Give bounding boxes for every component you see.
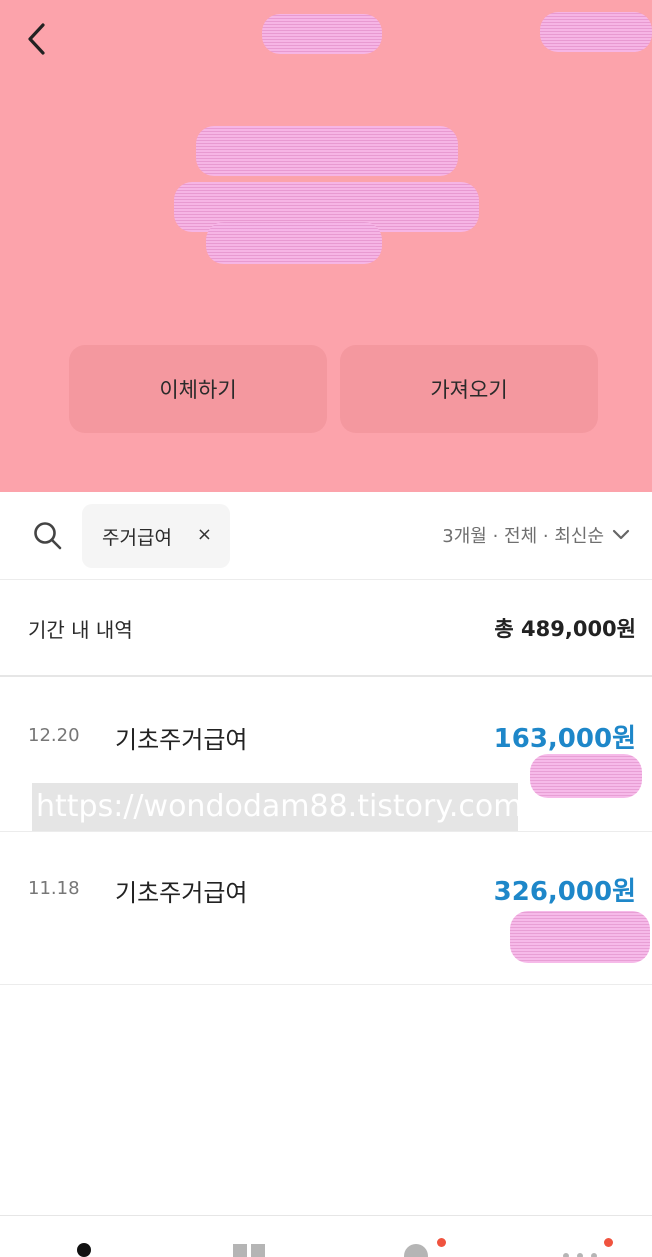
transaction-row[interactable]: 11.18 기초주거급여 326,000원 (0, 831, 652, 985)
chevron-down-icon (612, 529, 630, 540)
tab-profile[interactable] (396, 1238, 446, 1257)
transaction-amount: 163,000원 (493, 724, 636, 754)
period-sort-label: 3개월 · 전체 · 최신순 (442, 526, 604, 547)
account-header: 이체하기 가져오기 (0, 0, 652, 492)
back-button[interactable] (22, 20, 56, 58)
notification-badge (437, 1238, 446, 1247)
grid-icon (233, 1244, 265, 1257)
search-button[interactable] (32, 520, 64, 552)
filter-chip[interactable]: 주거급여 × (82, 504, 230, 568)
redacted-header-action (540, 12, 652, 52)
more-icon (563, 1253, 597, 1257)
bottom-tab-bar (0, 1215, 652, 1257)
notification-badge (604, 1238, 613, 1247)
profile-icon (404, 1244, 428, 1257)
transaction-date: 12.20 (28, 725, 80, 746)
watermark: https://wondodam88.tistory.com (32, 783, 518, 831)
redacted-title (262, 14, 382, 54)
redacted-account-name (196, 126, 458, 176)
transaction-amount: 326,000원 (493, 877, 636, 907)
period-sort-selector[interactable]: 3개월 · 전체 · 최신순 (442, 522, 630, 548)
filter-chip-label: 주거급여 (102, 526, 172, 549)
tab-grid[interactable] (230, 1240, 270, 1257)
search-icon (34, 522, 62, 550)
transfer-button[interactable]: 이체하기 (69, 345, 327, 433)
redacted-balance-after (530, 754, 642, 798)
transaction-title: 기초주거급여 (115, 726, 248, 754)
home-icon (77, 1243, 91, 1257)
tab-more[interactable] (560, 1238, 613, 1257)
transaction-title: 기초주거급여 (115, 879, 248, 907)
tab-home[interactable] (64, 1240, 104, 1257)
bring-money-button[interactable]: 가져오기 (340, 345, 598, 433)
chevron-left-icon (28, 23, 45, 55)
redacted-balance-2 (206, 222, 382, 264)
redacted-balance-after (510, 911, 650, 963)
summary-total: 총 489,000원 (494, 617, 636, 641)
transaction-date: 11.18 (28, 878, 80, 899)
period-summary: 기간 내 내역 총 489,000원 (0, 580, 652, 677)
summary-label: 기간 내 내역 (28, 618, 133, 642)
close-icon[interactable]: × (197, 524, 212, 545)
filter-bar: 주거급여 × 3개월 · 전체 · 최신순 (0, 492, 652, 580)
